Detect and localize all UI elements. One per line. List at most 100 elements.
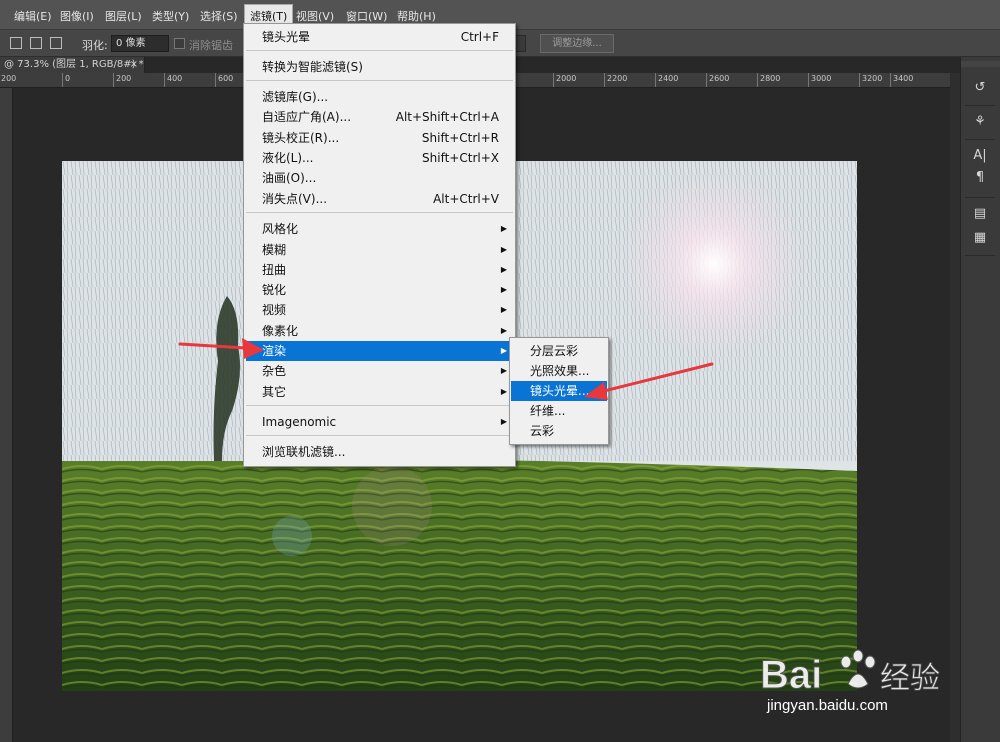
ruler-tick — [164, 73, 165, 87]
menu-select[interactable]: 选择(S) — [200, 8, 238, 24]
menu-help[interactable]: 帮助(H) — [397, 8, 436, 24]
panel-divider — [965, 197, 995, 198]
history-icon[interactable]: ↺ — [971, 79, 989, 97]
menu-item-stylize[interactable]: 风格化 ▶ — [244, 219, 515, 239]
submenu-item-clouds[interactable]: 云彩 — [510, 421, 608, 441]
panel-divider — [965, 139, 995, 140]
menu-layer[interactable]: 图层(L) — [105, 8, 142, 24]
menu-item-vanishing-point[interactable]: 消失点(V)... Alt+Ctrl+V — [244, 189, 515, 209]
menu-item-last-filter[interactable]: 镜头光晕 Ctrl+F — [244, 27, 515, 47]
menu-item-label: 扭曲 — [262, 263, 287, 277]
submenu-item-difference-clouds[interactable]: 分层云彩 — [510, 341, 608, 361]
menu-item-lens-correction[interactable]: 镜头校正(R)... Shift+Ctrl+R — [244, 128, 515, 148]
menu-item-label: 云彩 — [530, 424, 555, 438]
menu-item-label: 其它 — [262, 385, 287, 399]
panel-grip[interactable] — [961, 61, 1000, 67]
menu-item-label: 视频 — [262, 303, 287, 317]
menu-separator — [246, 405, 513, 406]
vertical-ruler — [0, 88, 13, 742]
menu-item-other[interactable]: 其它 ▶ — [244, 382, 515, 402]
ruler-label: 2400 — [658, 74, 679, 83]
notes-icon[interactable]: ▦ — [971, 229, 989, 247]
menu-item-label: 纤维... — [530, 404, 566, 418]
menu-item-label: 渲染 — [262, 344, 287, 358]
menu-item-label: 镜头光晕 — [262, 30, 311, 44]
ruler-tick — [113, 73, 114, 87]
ruler-tick — [62, 73, 63, 87]
flare-ghost — [272, 516, 312, 556]
feather-input[interactable]: 0 像素 — [111, 35, 169, 52]
add-selection-icon[interactable] — [30, 37, 42, 49]
menu-item-adaptive-wide-angle[interactable]: 自适应广角(A)... Alt+Shift+Ctrl+A — [244, 107, 515, 127]
menu-item-label: 滤镜库(G)... — [262, 90, 329, 104]
feather-label: 羽化: — [82, 39, 108, 52]
brush-settings-icon[interactable]: ⚘ — [971, 113, 989, 131]
menu-item-label: 杂色 — [262, 364, 287, 378]
paragraph-icon[interactable]: ¶ — [971, 169, 989, 187]
submenu-arrow-icon: ▶ — [500, 366, 507, 375]
submenu-item-fibers[interactable]: 纤维... — [510, 401, 608, 421]
menu-item-label: Imagenomic — [262, 415, 337, 429]
refine-edge-button[interactable]: 调整边缘... — [540, 34, 614, 53]
menu-item-filter-gallery[interactable]: 滤镜库(G)... — [244, 87, 515, 107]
menu-item-shortcut: Shift+Ctrl+R — [421, 131, 499, 145]
submenu-item-lighting-effects[interactable]: 光照效果... — [510, 361, 608, 381]
ruler-label: 2200 — [607, 74, 628, 83]
menu-item-label: 镜头光晕... — [530, 384, 590, 398]
menu-item-imagenomic[interactable]: Imagenomic ▶ — [244, 412, 515, 432]
menu-item-shortcut: Alt+Shift+Ctrl+A — [395, 110, 499, 124]
menu-item-label: 模糊 — [262, 243, 287, 257]
menu-item-label: 液化(L)... — [262, 151, 314, 165]
close-tab-icon[interactable]: × — [130, 57, 138, 73]
menu-item-label: 油画(O)... — [262, 171, 317, 185]
submenu-arrow-icon: ▶ — [500, 346, 507, 355]
menu-item-blur[interactable]: 模糊 ▶ — [244, 240, 515, 260]
menu-item-noise[interactable]: 杂色 ▶ — [244, 361, 515, 381]
flare-ring — [352, 466, 432, 546]
menu-image[interactable]: 图像(I) — [60, 8, 94, 24]
menu-separator — [246, 80, 513, 81]
menu-item-render[interactable]: 渲染 ▶ — [246, 341, 513, 361]
ruler-label: 3400 — [893, 74, 914, 83]
menu-item-pixelate[interactable]: 像素化 ▶ — [244, 321, 515, 341]
ruler-tick — [604, 73, 605, 87]
ruler-label: 2600 — [709, 74, 730, 83]
menu-edit[interactable]: 编辑(E) — [14, 8, 52, 24]
ruler-tick — [215, 73, 216, 87]
menu-separator — [246, 50, 513, 51]
character-icon[interactable]: A| — [971, 147, 989, 165]
menu-item-liquify[interactable]: 液化(L)... Shift+Ctrl+X — [244, 148, 515, 168]
ruler-tick — [655, 73, 656, 87]
menu-item-label: 消失点(V)... — [262, 192, 328, 206]
menu-view[interactable]: 视图(V) — [296, 8, 334, 24]
submenu-arrow-icon: ▶ — [500, 326, 507, 335]
new-selection-icon[interactable] — [10, 37, 22, 49]
menu-item-label: 浏览联机滤镜... — [262, 445, 346, 459]
render-submenu: 分层云彩 光照效果... 镜头光晕... 纤维... 云彩 — [509, 337, 609, 445]
ruler-label: 2000 — [556, 74, 577, 83]
menu-type[interactable]: 类型(Y) — [152, 8, 189, 24]
menu-item-distort[interactable]: 扭曲 ▶ — [244, 260, 515, 280]
filter-menu: 镜头光晕 Ctrl+F 转换为智能滤镜(S) 滤镜库(G)... 自适应广角(A… — [243, 23, 516, 467]
subtract-selection-icon[interactable] — [50, 37, 62, 49]
watermark-url: jingyan.baidu.com — [767, 697, 888, 714]
menu-item-label: 转换为智能滤镜(S) — [262, 60, 363, 74]
menu-item-convert-smart-filters[interactable]: 转换为智能滤镜(S) — [244, 57, 515, 77]
antialias-checkbox[interactable] — [174, 38, 185, 49]
menu-item-oil-paint[interactable]: 油画(O)... — [244, 168, 515, 188]
document-tab[interactable]: @ 73.3% (图层 1, RGB/8#) * × — [0, 57, 145, 73]
menu-window[interactable]: 窗口(W) — [346, 8, 387, 24]
submenu-arrow-icon: ▶ — [500, 285, 507, 294]
menu-item-browse-online-filters[interactable]: 浏览联机滤镜... — [244, 442, 515, 462]
layer-comps-icon[interactable]: ▤ — [971, 205, 989, 223]
submenu-arrow-icon: ▶ — [500, 245, 507, 254]
ruler-tick — [706, 73, 707, 87]
panel-divider — [965, 255, 995, 256]
ruler-label: 600 — [218, 74, 234, 83]
menu-item-video[interactable]: 视频 ▶ — [244, 300, 515, 320]
tea-rows — [62, 460, 857, 691]
menu-item-label: 镜头校正(R)... — [262, 131, 340, 145]
menu-item-label: 像素化 — [262, 324, 299, 338]
menu-item-sharpen[interactable]: 锐化 ▶ — [244, 280, 515, 300]
submenu-item-lens-flare[interactable]: 镜头光晕... — [511, 381, 607, 401]
